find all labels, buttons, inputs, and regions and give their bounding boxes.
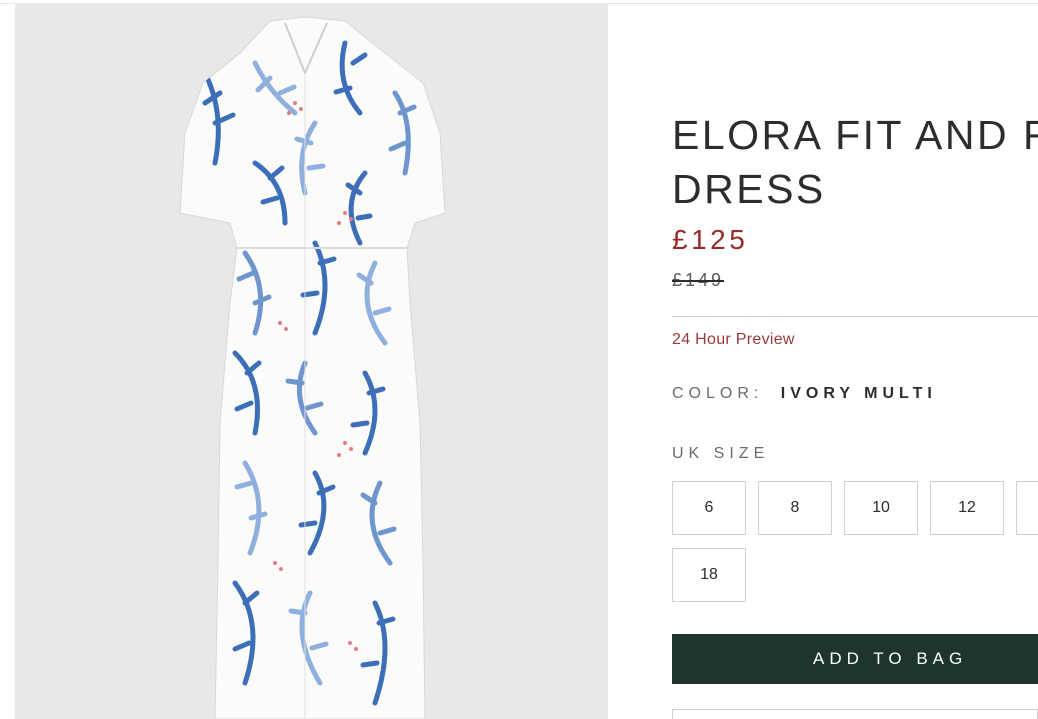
color-selector: COLOR: IVORY MULTI <box>672 385 937 403</box>
product-image[interactable] <box>15 3 608 719</box>
size-option-12[interactable]: 12 <box>930 481 1004 535</box>
product-info: ELORA FIT AND FLARE DRESS £125 £149 24 H… <box>672 0 1038 719</box>
color-value: IVORY MULTI <box>780 385 937 402</box>
size-label: UK SIZE <box>672 445 770 462</box>
product-title: ELORA FIT AND FLARE DRESS <box>672 112 1038 212</box>
size-option-18[interactable]: 18 <box>672 548 746 602</box>
add-to-bag-button[interactable]: ADD TO BAG <box>672 634 1038 684</box>
size-option-10[interactable]: 10 <box>844 481 918 535</box>
dress-illustration <box>179 16 446 719</box>
original-price: £149 <box>672 270 725 290</box>
sale-price: £125 <box>672 224 749 255</box>
size-option-8[interactable]: 8 <box>758 481 832 535</box>
color-label: COLOR: <box>672 385 764 402</box>
preview-label: 24 Hour Preview <box>672 331 795 348</box>
divider <box>672 316 1038 317</box>
size-option-14[interactable] <box>1016 481 1038 535</box>
size-option-6[interactable]: 6 <box>672 481 746 535</box>
secondary-button[interactable] <box>672 709 1038 719</box>
